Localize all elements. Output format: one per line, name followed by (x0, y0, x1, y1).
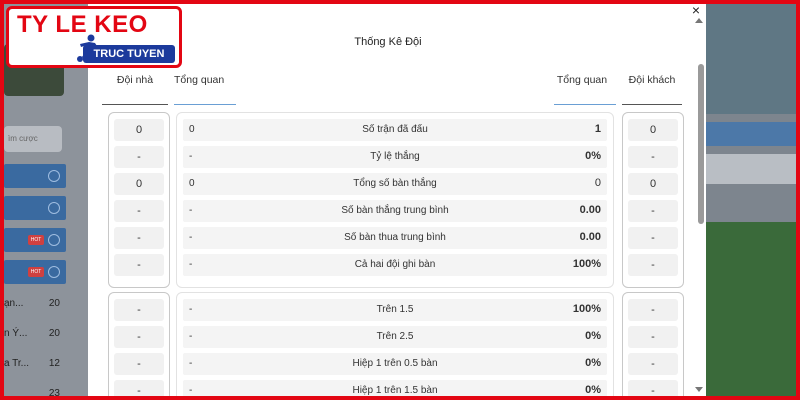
stat-row: - Hiệp 1 trên 0.5 bàn 0% (183, 353, 607, 375)
away-stat-cell: - (628, 254, 678, 276)
home-stats-column: 0 - 0 - - - (108, 112, 170, 288)
hot-badge: HOT (28, 235, 44, 245)
home-stat-cell: - (114, 299, 164, 321)
home-stat-cell: - (114, 353, 164, 375)
background-list-item: n Ý... 20 (4, 328, 60, 339)
away-stat-cell: - (628, 299, 678, 321)
stat-row: 0 Số trận đã đấu 1 (183, 119, 607, 141)
home-stat-cell: - (114, 380, 164, 396)
header-home-team[interactable]: Đội nhà (102, 74, 168, 86)
away-stat-cell: - (628, 353, 678, 375)
home-stat-cell: - (114, 326, 164, 348)
stat-row: - Số bàn thua trung bình 0.00 (183, 227, 607, 249)
stat-row: - Cả hai đội ghi bàn 100% (183, 254, 607, 276)
background-list-item: a Tr... 12 (4, 358, 60, 369)
header-away-underline (622, 104, 682, 105)
tab-overview-right[interactable]: Tổng quan (556, 74, 608, 86)
stat-row: - Trên 1.5 100% (183, 299, 607, 321)
away-stat-cell: - (628, 200, 678, 222)
stat-row: - Tỷ lệ thắng 0% (183, 146, 607, 168)
away-stat-cell: - (628, 326, 678, 348)
background-blue-bar (706, 122, 796, 146)
screenshot-frame: ìm cược HOT HOT ạn... 20 n Ý... 20 a Tr...… (4, 4, 796, 396)
stat-row: 0 Tổng số bàn thắng 0 (183, 173, 607, 195)
away-stat-cell: - (628, 380, 678, 396)
home-stats-column-2: - - - - (108, 292, 170, 396)
away-stat-cell: 0 (628, 173, 678, 195)
background-list-item: ạn... 20 (4, 298, 60, 309)
home-stat-cell: - (114, 200, 164, 222)
chevron-icon (48, 170, 60, 182)
scroll-down-icon[interactable] (695, 387, 703, 392)
away-stat-cell: - (628, 227, 678, 249)
hot-badge: HOT (28, 267, 44, 277)
home-stat-cell: 0 (114, 119, 164, 141)
background-league-row (4, 196, 66, 220)
background-search-input: ìm cược (4, 126, 62, 152)
background-pitch-graphic (706, 222, 796, 396)
overview-stats-panel: 0 Số trận đã đấu 1 - Tỷ lệ thắng 0% 0 Tổng số… (176, 112, 614, 288)
stat-row: - Hiệp 1 trên 1.5 bàn 0% (183, 380, 607, 396)
home-stat-cell: - (114, 254, 164, 276)
tab-overview-left-underline (174, 104, 236, 105)
home-stat-cell: - (114, 227, 164, 249)
stat-row: - Trên 2.5 0% (183, 326, 607, 348)
site-logo[interactable]: TY LE KEO TRUC TUYEN (6, 6, 182, 68)
background-player-image (706, 4, 796, 114)
background-league-row: HOT (4, 228, 66, 252)
logo-subtitle: TRUC TUYEN (83, 45, 175, 63)
chevron-icon (48, 266, 60, 278)
away-stats-column: 0 - 0 - - - (622, 112, 684, 288)
tab-overview-right-underline (554, 104, 616, 105)
away-stat-cell: - (628, 146, 678, 168)
header-home-underline (102, 104, 168, 105)
background-info-strip (706, 154, 796, 184)
away-stats-column-2: - - - - (622, 292, 684, 396)
scrollbar-thumb[interactable] (698, 64, 704, 224)
overview-stats-panel-2: - Trên 1.5 100% - Trên 2.5 0% - Hiệp 1 trên 0… (176, 292, 614, 396)
background-league-row (4, 164, 66, 188)
tab-overview-left[interactable]: Tổng quan (174, 74, 226, 86)
background-right-panel (706, 4, 796, 396)
away-stat-cell: 0 (628, 119, 678, 141)
header-away-team[interactable]: Đội khách (622, 74, 682, 86)
chevron-icon (48, 202, 60, 214)
stat-row: - Số bàn thắng trung bình 0.00 (183, 200, 607, 222)
background-league-row: HOT (4, 260, 66, 284)
scroll-up-icon[interactable] (695, 18, 703, 23)
home-stat-cell: 0 (114, 173, 164, 195)
chevron-icon (48, 234, 60, 246)
home-stat-cell: - (114, 146, 164, 168)
